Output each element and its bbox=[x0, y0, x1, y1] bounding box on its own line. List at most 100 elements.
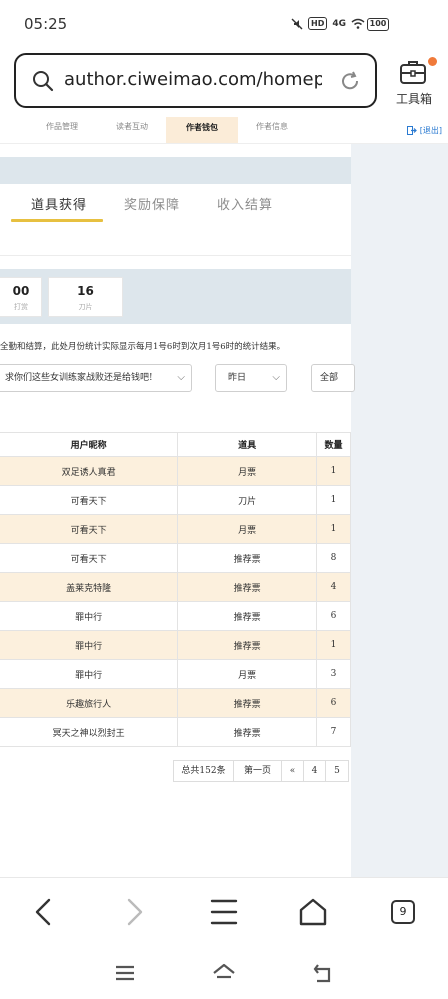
cell-item: 推荐票 bbox=[177, 543, 318, 573]
cell-quantity: 1 bbox=[316, 456, 351, 486]
divider bbox=[0, 255, 351, 256]
site-nav: 作品管理 读者互动 作者钱包 作者信息 [退出] bbox=[0, 117, 448, 144]
table-row: 罪中行 推荐票 6 bbox=[0, 601, 351, 631]
table-row: 双足诱人真君 月票 1 bbox=[0, 456, 351, 486]
pagination-prev-button[interactable]: « bbox=[282, 761, 304, 781]
type-select[interactable]: 全部 bbox=[311, 364, 355, 392]
right-gutter bbox=[351, 144, 448, 877]
mute-icon bbox=[291, 18, 303, 29]
stat-value: 16 bbox=[77, 284, 94, 298]
cell-nickname: 可看天下 bbox=[0, 485, 179, 515]
home-icon[interactable] bbox=[297, 896, 329, 928]
table-row: 可看天下 刀片 1 bbox=[0, 485, 351, 515]
cell-nickname: 罪中行 bbox=[0, 601, 179, 631]
type-select-value: 全部 bbox=[320, 373, 339, 383]
tab-award-guarantee[interactable]: 奖励保障 bbox=[124, 194, 180, 213]
cell-nickname: 可看天下 bbox=[0, 514, 179, 544]
cell-quantity: 7 bbox=[316, 717, 351, 747]
cell-item: 月票 bbox=[177, 514, 318, 544]
stats-note: 全勤和结算，此处月份统计实际显示每月1号6时到次月1号6时的统计结果。 bbox=[0, 342, 286, 352]
cell-quantity: 8 bbox=[316, 543, 351, 573]
pagination-page-4[interactable]: 4 bbox=[304, 761, 326, 781]
column-header-item: 道具 bbox=[177, 432, 318, 457]
system-back-icon[interactable] bbox=[311, 961, 335, 985]
cell-quantity: 1 bbox=[316, 630, 351, 660]
column-header-quantity: 数量 bbox=[316, 432, 351, 457]
cell-nickname: 罪中行 bbox=[0, 630, 179, 660]
reload-icon[interactable] bbox=[339, 70, 361, 92]
cell-item: 推荐票 bbox=[177, 688, 318, 718]
date-select[interactable]: 昨日 ⌵ bbox=[215, 364, 287, 392]
forward-icon[interactable] bbox=[118, 896, 150, 928]
cell-quantity: 4 bbox=[316, 572, 351, 602]
wifi-icon bbox=[351, 18, 365, 29]
book-select-value: 求你们这些女训练家战败还是给钱吧! bbox=[5, 373, 153, 383]
table-row: 盖莱克特隆 推荐票 4 bbox=[0, 572, 351, 602]
toolbox-button[interactable]: 工具箱 bbox=[388, 55, 440, 111]
cell-nickname: 乐趣旅行人 bbox=[0, 688, 179, 718]
logout-link[interactable]: [退出] bbox=[406, 125, 442, 136]
cell-nickname: 罪中行 bbox=[0, 659, 179, 689]
table-header-row: 用户昵称 道具 数量 bbox=[0, 432, 351, 457]
toolbox-label: 工具箱 bbox=[395, 92, 432, 106]
table-row: 冥天之神以烈封王 推荐票 7 bbox=[0, 717, 351, 747]
stats-band: 00 打赏 16 刀片 bbox=[0, 269, 351, 324]
nav-tab-author-wallet[interactable]: 作者钱包 bbox=[166, 117, 238, 143]
rewards-table: 用户昵称 道具 数量 双足诱人真君 月票 1 可看天下 刀片 1 可看天下 月票 1 可看天… bbox=[0, 432, 351, 747]
nav-tab-reader-interaction[interactable]: 读者互动 bbox=[96, 117, 168, 143]
table-row: 可看天下 月票 1 bbox=[0, 514, 351, 544]
tab-item-rewards[interactable]: 道具获得 bbox=[31, 194, 87, 213]
section-header bbox=[0, 157, 351, 184]
cell-nickname: 双足诱人真君 bbox=[0, 456, 179, 486]
cell-item: 推荐票 bbox=[177, 572, 318, 602]
status-icons: HD 4G bbox=[291, 17, 365, 30]
status-time: 05:25 bbox=[24, 15, 68, 33]
stat-label: 刀片 bbox=[78, 303, 93, 311]
chevron-down-icon: ⌵ bbox=[177, 372, 185, 383]
address-bar[interactable]: author.ciweimao.com/homepa··· bbox=[14, 53, 377, 108]
stat-value: 00 bbox=[12, 284, 30, 298]
stat-label: 打赏 bbox=[14, 303, 28, 311]
search-icon bbox=[33, 71, 54, 92]
system-home-icon[interactable] bbox=[212, 961, 236, 985]
hd-badge: HD bbox=[308, 17, 328, 30]
back-icon[interactable] bbox=[28, 896, 60, 928]
pagination-first-button[interactable]: 第一页 bbox=[234, 761, 282, 781]
cell-quantity: 1 bbox=[316, 485, 351, 515]
table-row: 可看天下 推荐票 8 bbox=[0, 543, 351, 573]
tab-count-button[interactable]: 9 bbox=[391, 900, 415, 924]
date-select-value: 昨日 bbox=[228, 373, 247, 383]
cell-nickname: 可看天下 bbox=[0, 543, 179, 573]
pagination: 总共152条 第一页 « 4 5 bbox=[173, 760, 349, 782]
table-row: 乐趣旅行人 推荐票 6 bbox=[0, 688, 351, 718]
cell-quantity: 6 bbox=[316, 601, 351, 631]
browser-bottom-bar: 9 bbox=[0, 877, 448, 945]
logout-icon bbox=[406, 126, 417, 135]
cell-item: 推荐票 bbox=[177, 717, 318, 747]
cell-item: 月票 bbox=[177, 659, 318, 689]
menu-icon[interactable] bbox=[208, 896, 240, 928]
recents-icon[interactable] bbox=[113, 961, 137, 985]
book-select[interactable]: 求你们这些女训练家战败还是给钱吧! ⌵ bbox=[0, 364, 192, 392]
battery-indicator: 100 bbox=[367, 18, 389, 31]
table-row: 罪中行 月票 3 bbox=[0, 659, 351, 689]
column-header-nickname: 用户昵称 bbox=[0, 432, 179, 457]
table-row: 罪中行 推荐票 1 bbox=[0, 630, 351, 660]
stat-card-blades: 16 刀片 bbox=[48, 277, 123, 317]
active-tab-indicator bbox=[11, 219, 103, 222]
tab-income-settlement[interactable]: 收入结算 bbox=[217, 194, 273, 213]
cell-quantity: 1 bbox=[316, 514, 351, 544]
cell-item: 推荐票 bbox=[177, 630, 318, 660]
cell-item: 月票 bbox=[177, 456, 318, 486]
cell-nickname: 冥天之神以烈封王 bbox=[0, 717, 179, 747]
logout-label: [退出] bbox=[419, 126, 442, 135]
pagination-total: 总共152条 bbox=[174, 761, 234, 781]
nav-tab-works[interactable]: 作品管理 bbox=[26, 117, 98, 143]
cell-nickname: 盖莱克特隆 bbox=[0, 572, 179, 602]
network-label: 4G bbox=[332, 18, 346, 29]
nav-tab-author-info[interactable]: 作者信息 bbox=[236, 117, 308, 143]
chevron-down-icon: ⌵ bbox=[272, 372, 280, 383]
pagination-page-5[interactable]: 5 bbox=[326, 761, 348, 781]
system-nav-bar bbox=[0, 945, 448, 999]
url-text[interactable]: author.ciweimao.com/homepa··· bbox=[64, 69, 322, 90]
